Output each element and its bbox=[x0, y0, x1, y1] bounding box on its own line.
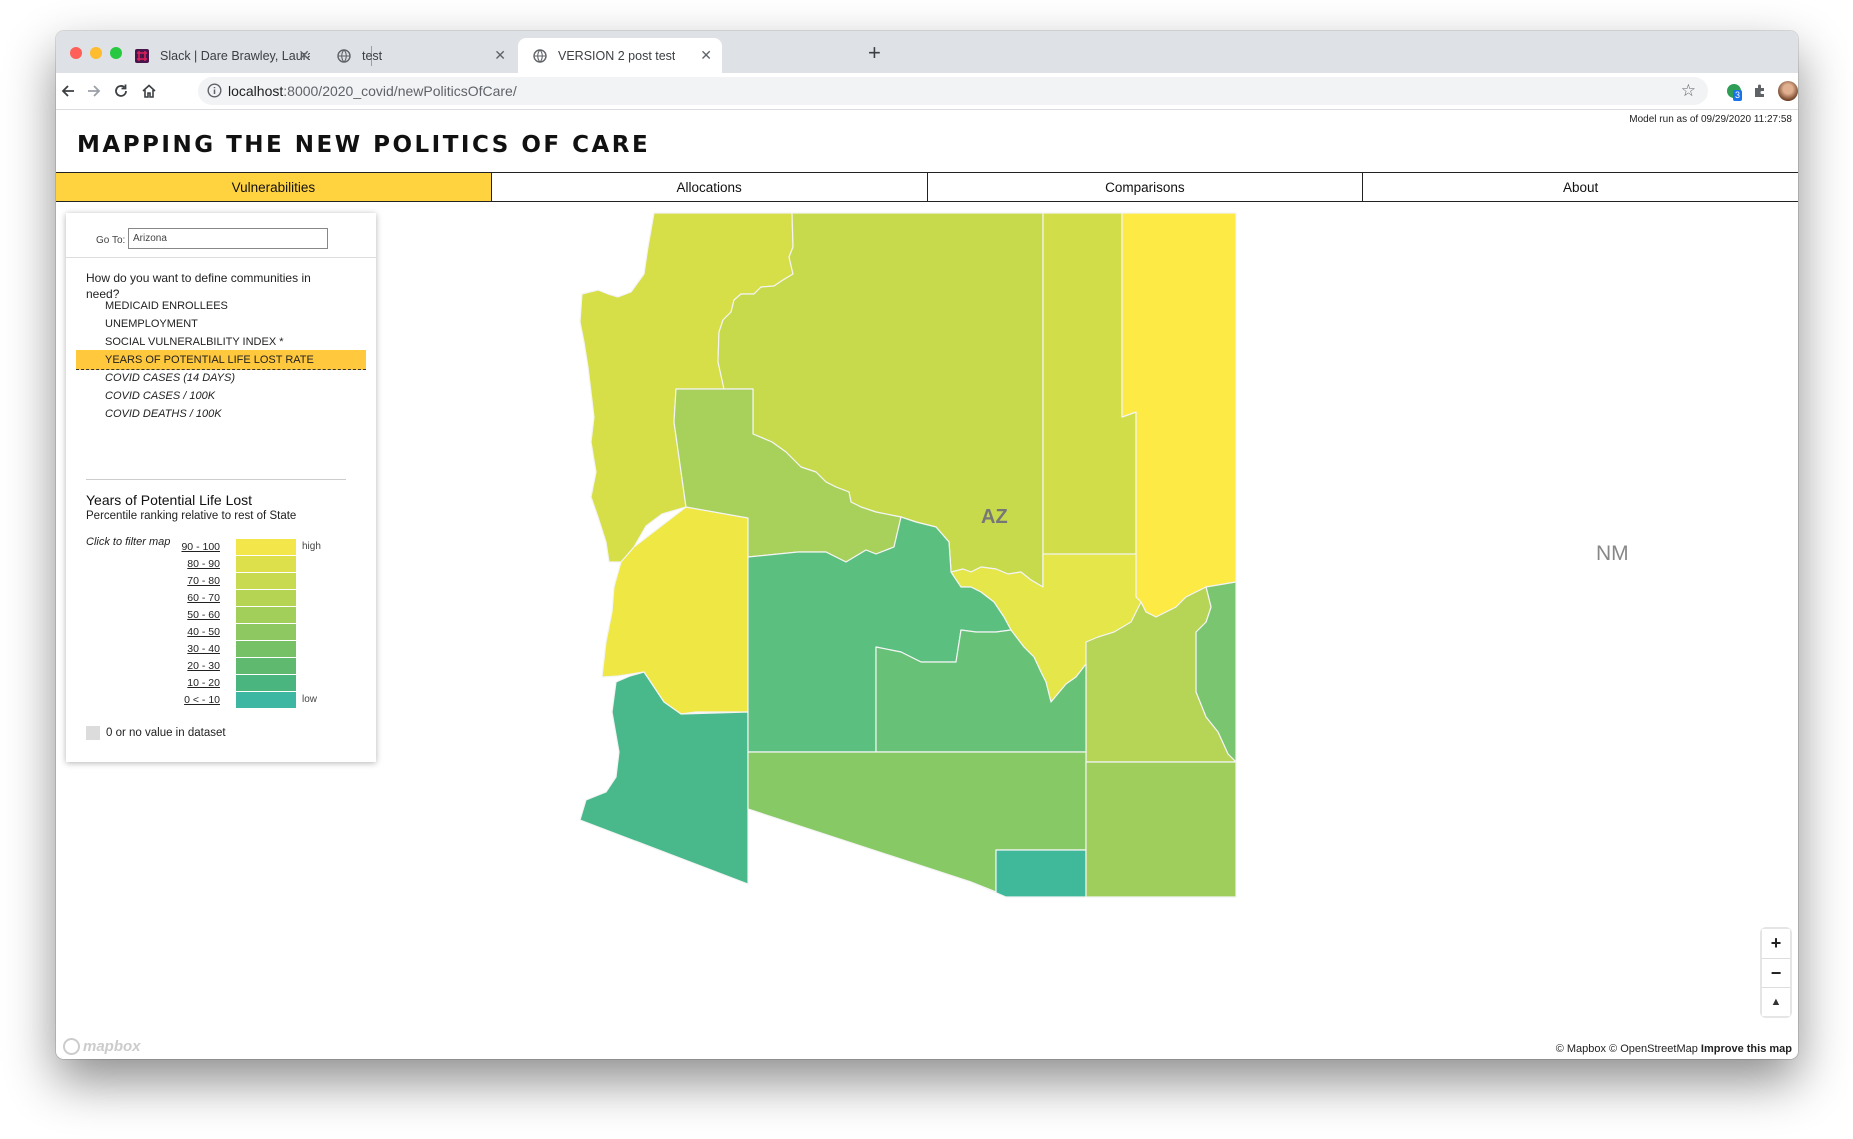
url-text: localhost:8000/2020_covid/newPoliticsOfC… bbox=[228, 83, 517, 99]
goto-label: Go To: bbox=[96, 235, 126, 246]
legend-swatch bbox=[236, 539, 296, 555]
legend-bin-70-80[interactable]: 70 - 80 bbox=[166, 573, 366, 589]
mapbox-logo-icon bbox=[63, 1038, 80, 1055]
no-data-label: 0 or no value in dataset bbox=[106, 727, 226, 739]
legend-swatch bbox=[236, 607, 296, 623]
legend-swatch bbox=[236, 641, 296, 657]
legend-bin-80-90[interactable]: 80 - 90 bbox=[166, 556, 366, 572]
nav-comparisons[interactable]: Comparisons bbox=[926, 173, 1363, 201]
option-covid-cases-14[interactable]: COVID CASES (14 DAYS) bbox=[76, 368, 366, 388]
option-covid-deaths-100k[interactable]: COVID DEATHS / 100K bbox=[76, 404, 366, 424]
improve-map-link[interactable]: Improve this map bbox=[1701, 1043, 1792, 1055]
back-icon[interactable] bbox=[58, 81, 78, 101]
county-cochise[interactable] bbox=[1085, 761, 1237, 898]
new-tab-button[interactable]: + bbox=[868, 42, 881, 64]
nav-about[interactable]: About bbox=[1362, 173, 1798, 201]
compass-button[interactable]: ▲ bbox=[1762, 987, 1790, 1016]
legend-bin-90-100[interactable]: 90 - 100 high bbox=[166, 539, 366, 555]
zoom-controls: + − ▲ bbox=[1762, 929, 1790, 1016]
info-icon[interactable] bbox=[207, 83, 222, 103]
legend-bin-50-60[interactable]: 50 - 60 bbox=[166, 607, 366, 623]
legend-click-hint: Click to filter map bbox=[86, 536, 171, 548]
legend-swatch bbox=[236, 556, 296, 572]
legend-bin-20-30[interactable]: 20 - 30 bbox=[166, 658, 366, 674]
legend-swatch bbox=[236, 658, 296, 674]
forward-icon[interactable] bbox=[84, 81, 104, 101]
address-bar[interactable]: localhost:8000/2020_covid/newPoliticsOfC… bbox=[198, 77, 1708, 105]
bookmark-star-icon[interactable]: ☆ bbox=[1681, 81, 1696, 101]
legend-subtitle: Percentile ranking relative to rest of S… bbox=[86, 510, 297, 522]
zoom-out-button[interactable]: − bbox=[1762, 958, 1790, 987]
nav-vulnerabilities[interactable]: Vulnerabilities bbox=[56, 173, 491, 201]
legend-title: Years of Potential Life Lost bbox=[86, 492, 253, 508]
zoom-in-button[interactable]: + bbox=[1762, 929, 1790, 957]
profile-avatar[interactable] bbox=[1778, 81, 1798, 101]
legend-swatch bbox=[236, 692, 296, 708]
county-apache[interactable] bbox=[1121, 212, 1237, 618]
legend-swatch bbox=[236, 590, 296, 606]
web-page: Model run as of 09/29/2020 11:27:58 MAPP… bbox=[56, 110, 1798, 1059]
browser-window: Slack | Dare Brawley, Laura Ku ✕ test ✕ … bbox=[56, 31, 1798, 1059]
legend-low-label: low bbox=[302, 694, 318, 705]
nav-allocations[interactable]: Allocations bbox=[490, 173, 927, 201]
main-nav: Vulnerabilities Allocations Comparisons … bbox=[56, 172, 1798, 202]
tab-version-2[interactable]: VERSION 2 post test ✕ bbox=[518, 38, 722, 73]
slack-icon bbox=[134, 48, 150, 64]
goto-input[interactable] bbox=[128, 228, 328, 249]
legend-bin-10-20[interactable]: 10 - 20 bbox=[166, 675, 366, 691]
model-run-timestamp: Model run as of 09/29/2020 11:27:58 bbox=[1629, 114, 1792, 125]
site-title: MAPPING THE NEW POLITICS OF CARE bbox=[77, 132, 651, 158]
extensions-puzzle-icon[interactable] bbox=[1750, 81, 1770, 101]
mapbox-logo[interactable]: mapbox bbox=[63, 1038, 141, 1055]
legend-swatch bbox=[236, 675, 296, 691]
browser-toolbar: localhost:8000/2020_covid/newPoliticsOfC… bbox=[56, 73, 1798, 110]
extension-badge-count: 3 bbox=[1733, 90, 1743, 101]
control-panel: Go To: How do you want to define communi… bbox=[66, 213, 376, 762]
tab-strip: Slack | Dare Brawley, Laura Ku ✕ test ✕ … bbox=[56, 31, 1798, 73]
option-covid-cases-100k[interactable]: COVID CASES / 100K bbox=[76, 386, 366, 406]
tab-title: VERSION 2 post test bbox=[558, 48, 676, 63]
legend-swatch bbox=[236, 624, 296, 640]
legend-bin-60-70[interactable]: 60 - 70 bbox=[166, 590, 366, 606]
globe-icon bbox=[336, 48, 352, 64]
state-label-az: AZ bbox=[981, 506, 1008, 528]
close-tab-icon[interactable]: ✕ bbox=[494, 47, 506, 64]
legend-bin-30-40[interactable]: 30 - 40 bbox=[166, 641, 366, 657]
extension-badge-icon[interactable]: 3 bbox=[1724, 81, 1744, 101]
option-ypll-rate[interactable]: YEARS OF POTENTIAL LIFE LOST RATE bbox=[76, 350, 366, 370]
home-icon[interactable] bbox=[139, 81, 159, 101]
reload-icon[interactable] bbox=[111, 81, 131, 101]
close-tab-icon[interactable]: ✕ bbox=[700, 47, 712, 64]
state-label-nm: NM bbox=[1596, 542, 1629, 565]
legend-bin-0-10[interactable]: 0 < - 10 low bbox=[166, 692, 366, 708]
legend-high-label: high bbox=[302, 541, 321, 552]
tab-title: Slack | Dare Brawley, Laura Ku bbox=[160, 48, 310, 63]
map-attribution: © Mapbox © OpenStreetMap Improve this ma… bbox=[1555, 1043, 1792, 1055]
option-unemployment[interactable]: UNEMPLOYMENT bbox=[76, 314, 366, 334]
option-svi[interactable]: SOCIAL VULNERALBILITY INDEX * bbox=[76, 332, 366, 352]
tab-title: test bbox=[362, 48, 383, 63]
close-window-button[interactable] bbox=[70, 47, 82, 59]
globe-icon bbox=[532, 48, 548, 64]
tab-test[interactable]: test ✕ bbox=[322, 38, 516, 73]
minimize-window-button[interactable] bbox=[90, 47, 102, 59]
close-tab-icon[interactable]: ✕ bbox=[298, 47, 310, 64]
option-medicaid[interactable]: MEDICAID ENROLLEES bbox=[76, 296, 366, 316]
legend-swatch bbox=[236, 573, 296, 589]
no-data-swatch[interactable] bbox=[86, 726, 100, 740]
legend-bin-40-50[interactable]: 40 - 50 bbox=[166, 624, 366, 640]
tab-slack[interactable]: Slack | Dare Brawley, Laura Ku ✕ bbox=[120, 38, 320, 73]
